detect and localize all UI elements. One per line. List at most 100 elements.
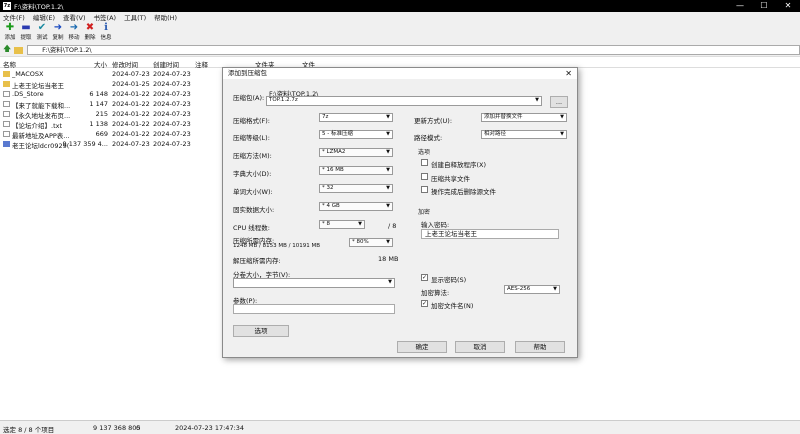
file-modified: 2024-01-22... — [112, 90, 150, 98]
chevron-down-icon: ▼ — [560, 114, 564, 120]
file-row[interactable]: 上老王论坛当老王2024-01-25...2024-07-23... — [0, 79, 222, 90]
col-comment[interactable]: 注释 — [195, 59, 208, 69]
delete-checkbox[interactable] — [421, 186, 428, 193]
col-modified[interactable]: 修改时间 — [112, 59, 138, 69]
decmem-value: 18 MB — [378, 255, 399, 263]
file-icon — [3, 121, 10, 127]
ok-button[interactable]: 确定 — [397, 341, 447, 353]
title-bar: 7z F:\资料\TOP.1.2\ — ☐ ✕ — [0, 0, 800, 12]
file-row[interactable]: _MACOSX 2024-07-23...2024-07-23... — [0, 69, 222, 79]
solid-value: * 4 GB — [322, 203, 340, 209]
menu-edit[interactable]: 编辑(E) — [33, 12, 55, 22]
close-icon[interactable]: ✕ — [565, 68, 572, 79]
cpu-select[interactable]: * 8 ▼ — [319, 220, 365, 229]
password-input[interactable]: 上老王论坛当老王 — [421, 229, 559, 239]
toolbar-button-label: 复制 — [52, 35, 64, 41]
menu-file[interactable]: 文件(F) — [3, 12, 25, 22]
menu-tools[interactable]: 工具(T) — [124, 12, 146, 22]
file-row[interactable]: 【来了就能下载和...1 1472024-01-22...2024-07-23.… — [0, 99, 222, 110]
shared-checkbox[interactable] — [421, 173, 428, 180]
level-value: 5 - 标准压缩 — [322, 131, 353, 137]
delete-label: 操作完成后删除源文件 — [431, 188, 496, 196]
file-row[interactable]: 老王论坛ldcr0929(... 9 137 359 4... 2024-07-23… — [0, 139, 222, 150]
toolbar-button-label: 提取 — [20, 35, 32, 41]
method-select[interactable]: * LZMA2 ▼ — [319, 148, 393, 157]
col-name[interactable]: 名称 — [3, 59, 16, 69]
dict-value: * 16 MB — [322, 167, 344, 173]
file-icon — [3, 131, 10, 137]
file-size: 6 148 — [89, 90, 108, 98]
file-row[interactable]: .DS_Store6 1482024-01-22...2024-07-23... — [0, 89, 222, 99]
encrypt-names-checkbox[interactable]: ✓ — [421, 300, 428, 307]
mem-pct-select[interactable]: * 80% ▼ — [349, 238, 393, 247]
sfx-checkbox[interactable] — [421, 159, 428, 166]
file-name: _MACOSX — [12, 70, 44, 78]
menu-view[interactable]: 查看(V) — [63, 12, 86, 22]
menu-help[interactable]: 帮助(H) — [154, 12, 177, 22]
mem-pct-value: * 80% — [352, 239, 369, 245]
sfx-label: 创建自释放程序(X) — [431, 161, 487, 169]
dialog-title: 添加到压缩包 — [223, 68, 577, 79]
format-select[interactable]: 7z ▼ — [319, 113, 393, 122]
file-modified: 2024-01-22... — [112, 120, 150, 128]
menu-bar: 文件(F) 编辑(E) 查看(V) 书签(A) 工具(T) 帮助(H) — [0, 12, 800, 22]
file-row[interactable]: 【永久地址发布页...2152024-01-22...2024-07-23... — [0, 109, 222, 120]
split-combo[interactable]: ▼ — [233, 278, 395, 288]
minimize-icon[interactable]: — — [728, 0, 752, 12]
folder-icon — [3, 81, 10, 87]
level-select[interactable]: 5 - 标准压缩 ▼ — [319, 130, 393, 139]
toolbar-button-3[interactable]: ➜ 复制 — [50, 22, 66, 44]
path-input[interactable]: F:\资料\TOP.1.2\ — [27, 45, 800, 55]
solid-select[interactable]: * 4 GB ▼ — [319, 202, 393, 211]
up-arrow-icon[interactable]: 🡅 — [3, 43, 11, 57]
pathmode-select[interactable]: 相对路径 ▼ — [481, 130, 567, 139]
folder-icon — [3, 71, 10, 77]
toolbar-button-6[interactable]: ℹ 信息 — [98, 22, 114, 44]
params-input[interactable] — [233, 304, 395, 314]
file-modified: 2024-01-22... — [112, 110, 150, 118]
toolbar: ✚ 添加 ▬ 提取 ✔ 测试 ➜ 复制 ➜ 移动 ✖ 删除 ℹ 信息 — [0, 22, 800, 44]
file-modified: 2024-01-25... — [112, 80, 150, 88]
update-select[interactable]: 添加并替换文件 ▼ — [481, 113, 567, 122]
word-label: 单词大小(W): — [233, 188, 273, 196]
maximize-icon[interactable]: ☐ — [752, 0, 776, 12]
file-icon — [3, 101, 10, 107]
col-size[interactable]: 大小 — [94, 59, 107, 69]
file-created: 2024-07-23... — [153, 130, 191, 138]
show-password-checkbox[interactable]: ✓ — [421, 274, 428, 281]
file-size: 215 — [95, 110, 108, 118]
chevron-down-icon: ▼ — [388, 279, 392, 285]
dict-select[interactable]: * 16 MB ▼ — [319, 166, 393, 175]
help-button[interactable]: 帮助 — [515, 341, 565, 353]
toolbar-button-label: 测试 — [36, 35, 48, 41]
toolbar-button-1[interactable]: ▬ 提取 — [18, 22, 34, 44]
window-title: F:\资料\TOP.1.2\ — [14, 3, 64, 11]
format-value: 7z — [322, 114, 329, 120]
chevron-down-icon: ▼ — [535, 97, 539, 103]
enc-method-select[interactable]: AES-256 ▼ — [504, 285, 560, 294]
toolbar-button-2[interactable]: ✔ 测试 — [34, 22, 50, 44]
close-icon[interactable]: ✕ — [776, 0, 800, 12]
chevron-down-icon: ▼ — [386, 203, 390, 209]
options-button[interactable]: 选项 — [233, 325, 289, 337]
update-value: 添加并替换文件 — [484, 114, 523, 120]
file-created: 2024-07-23... — [153, 140, 191, 148]
encrypt-group-title: 加密 — [418, 209, 431, 216]
status-selected: 选定 8 / 8 个项目 — [3, 426, 55, 434]
file-modified: 2024-01-22... — [112, 130, 150, 138]
toolbar-button-5[interactable]: ✖ 删除 — [82, 22, 98, 44]
word-select[interactable]: * 32 ▼ — [319, 184, 393, 193]
browse-button[interactable]: ... — [550, 96, 568, 108]
file-row[interactable]: 【论坛介绍】.txt1 1382024-01-22...2024-07-23..… — [0, 119, 222, 130]
chevron-down-icon: ▼ — [386, 167, 390, 173]
col-created[interactable]: 创建时间 — [153, 59, 179, 69]
status-size: 9 137 368 805 — [93, 424, 141, 432]
toolbar-button-0[interactable]: ✚ 添加 — [2, 22, 18, 44]
chevron-down-icon: ▼ — [386, 131, 390, 137]
cancel-button[interactable]: 取消 — [455, 341, 505, 353]
file-row[interactable]: 最新地址及APP表...6692024-01-22...2024-07-23..… — [0, 129, 222, 140]
cpu-value: * 8 — [322, 221, 330, 227]
toolbar-button-4[interactable]: ➜ 移动 — [66, 22, 82, 44]
archive-name-combo[interactable]: TOP.1.2.7z ▼ — [266, 96, 542, 106]
menu-bookmarks[interactable]: 书签(A) — [94, 12, 117, 22]
